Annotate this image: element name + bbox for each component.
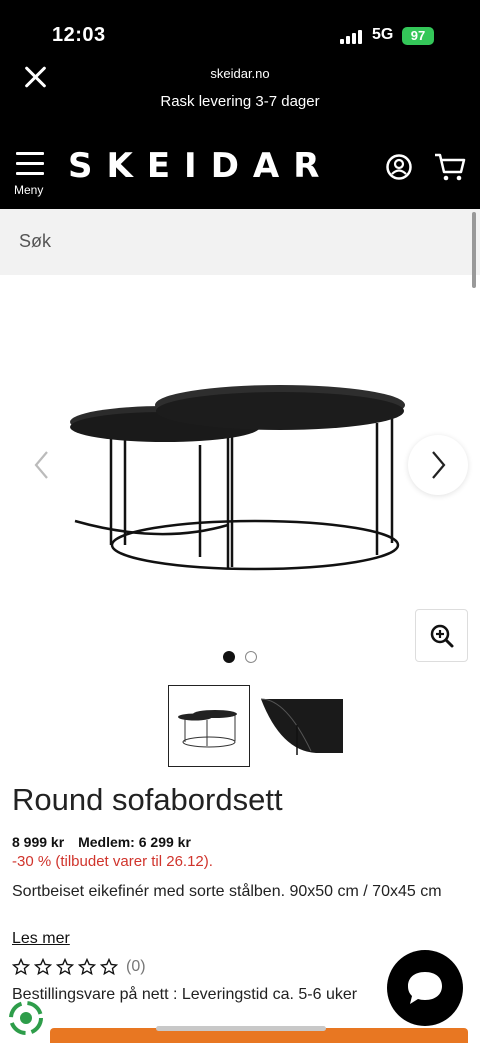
search-bar[interactable]: Søk xyxy=(0,209,480,275)
logo[interactable]: SKEIDAR xyxy=(68,146,333,186)
home-indicator xyxy=(156,1026,326,1031)
chevron-right-icon xyxy=(432,451,446,479)
gallery-dot-active[interactable] xyxy=(223,651,235,663)
review-count: (0) xyxy=(126,958,146,975)
signal-icon xyxy=(340,30,366,44)
browser-subtitle: Rask levering 3-7 dager xyxy=(160,93,320,110)
star-icon xyxy=(34,958,52,976)
top-bar: 12:03 5G 97 skeidar.no Rask levering 3-7… xyxy=(0,0,480,209)
page: 12:03 5G 97 skeidar.no Rask levering 3-7… xyxy=(0,0,480,1043)
star-icon xyxy=(100,958,118,976)
delivery-info: Bestillingsvare på nett : Leveringstid c… xyxy=(12,986,358,1003)
browser-url: skeidar.no xyxy=(210,66,270,81)
star-icon xyxy=(56,958,74,976)
menu-button[interactable]: Meny xyxy=(14,152,46,197)
status-time: 12:03 xyxy=(52,24,106,46)
zoom-button[interactable] xyxy=(415,609,468,662)
chat-button[interactable] xyxy=(387,950,463,1026)
next-image-button[interactable] xyxy=(408,435,468,495)
menu-label: Meny xyxy=(14,183,44,197)
thumbnail-1[interactable] xyxy=(168,685,250,767)
thumbnail-2[interactable] xyxy=(260,685,343,767)
gallery-dot[interactable] xyxy=(245,651,257,663)
hamburger-icon xyxy=(16,152,44,155)
product-title: Round sofabordsett xyxy=(12,782,283,817)
chevron-left-icon xyxy=(34,451,48,479)
product-description: Sortbeiset eikefinér med sorte stålben. … xyxy=(12,883,442,900)
price-member: Medlem: 6 299 kr xyxy=(78,834,191,850)
eco-badge-icon[interactable] xyxy=(8,1000,44,1036)
prev-image-button[interactable] xyxy=(12,435,72,495)
battery-icon: 97 xyxy=(402,27,434,45)
user-icon[interactable] xyxy=(386,154,412,180)
price-original: 8 999 kr xyxy=(12,834,65,850)
status-bar: 12:03 5G 97 xyxy=(0,24,480,52)
chat-bubble-icon xyxy=(408,972,442,1004)
star-icon xyxy=(78,958,96,976)
price-block: 8 999 kr Medlem: 6 299 kr xyxy=(12,834,191,850)
zoom-in-icon xyxy=(430,624,454,648)
search-input[interactable]: Søk xyxy=(19,231,51,252)
network-label: 5G xyxy=(372,26,394,43)
discount-text: -30 % (tilbudet varer til 26.12). xyxy=(12,853,213,870)
rating-stars[interactable]: (0) xyxy=(12,958,146,980)
star-icon xyxy=(12,958,30,976)
read-more-link[interactable]: Les mer xyxy=(12,930,70,948)
cart-icon[interactable] xyxy=(434,152,466,182)
